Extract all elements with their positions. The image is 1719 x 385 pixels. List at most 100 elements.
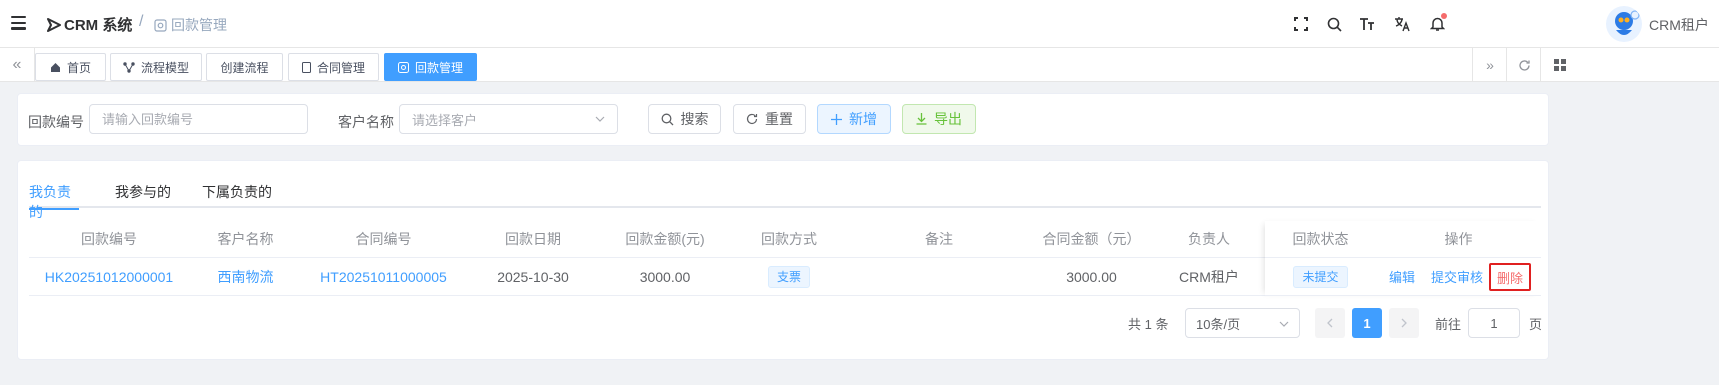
- breadcrumb: 回款管理: [154, 15, 227, 35]
- column-header: 合同编号: [355, 231, 412, 247]
- next-page-button[interactable]: [1389, 308, 1419, 338]
- customer-select[interactable]: 请选择客户: [399, 104, 618, 134]
- grid-menu-icon[interactable]: [1540, 48, 1578, 82]
- download-icon: [916, 113, 927, 125]
- top-navbar: CRM 系统 / 回款管理 CRM租户: [0, 0, 1719, 48]
- chevron-right-icon: [1401, 318, 1407, 328]
- breadcrumb-separator: /: [139, 13, 144, 30]
- prev-page-button[interactable]: [1315, 308, 1345, 338]
- tag-contract[interactable]: 合同管理: [288, 53, 379, 81]
- page-size-value: 10条/页: [1196, 316, 1241, 332]
- search-icon[interactable]: [1325, 15, 1343, 33]
- customer-placeholder: 请选择客户: [412, 112, 478, 128]
- payment-no-label: 回款编号: [28, 114, 84, 130]
- flow-icon: [123, 61, 135, 73]
- hamburger-menu-icon[interactable]: [11, 16, 26, 30]
- translate-icon[interactable]: [1393, 15, 1411, 33]
- column-header: 负责人: [1188, 231, 1230, 247]
- table-header: 回款编号 客户名称 合同编号 回款日期 回款金额(元) 回款方式 备注 合同金额…: [29, 221, 1541, 257]
- table-row: HK20251012000001 西南物流 HT20251011000005 2…: [29, 257, 1541, 296]
- payment-icon: [154, 18, 167, 32]
- payment-method-cell: 支票: [729, 258, 849, 295]
- tag-home[interactable]: 首页: [35, 53, 106, 81]
- column-header: 合同金额（元）: [1042, 231, 1141, 247]
- tag-label: 首页: [66, 60, 91, 75]
- payment-method-badge: 支票: [767, 265, 810, 288]
- delete-link[interactable]: 删除: [1489, 263, 1532, 291]
- column-header: 回款编号: [81, 231, 137, 247]
- tag-create-flow[interactable]: 创建流程: [206, 53, 283, 81]
- edit-link[interactable]: 编辑: [1389, 258, 1415, 295]
- payment-amount: 3000.00: [639, 268, 691, 285]
- search-button-label: 搜索: [680, 111, 709, 127]
- breadcrumb-current: 回款管理: [171, 17, 227, 33]
- tag-label: 合同管理: [316, 60, 365, 75]
- tag-label: 回款管理: [414, 60, 463, 75]
- scroll-left-icon[interactable]: «: [0, 48, 35, 82]
- page-number-button[interactable]: 1: [1352, 308, 1382, 338]
- tags-view-bar: « 首页 流程模型 创建流程 合同管理 回款管理 »: [0, 48, 1719, 82]
- remark: [849, 258, 1029, 295]
- plus-icon: [831, 113, 842, 125]
- column-header: 回款日期: [505, 231, 561, 247]
- bell-icon[interactable]: [1428, 13, 1447, 33]
- add-button-label: 新增: [849, 111, 877, 127]
- tab-label: 我参与的: [115, 184, 171, 200]
- app-logo[interactable]: CRM 系统: [46, 14, 132, 35]
- tab-participating[interactable]: 我参与的: [115, 182, 171, 208]
- logo-text: CRM 系统: [64, 17, 133, 34]
- column-header: 操作: [1444, 231, 1473, 247]
- payment-date: 2025-10-30: [497, 268, 569, 285]
- tag-payment[interactable]: 回款管理: [384, 53, 477, 81]
- chevron-down-icon: [595, 116, 605, 122]
- tag-label: 创建流程: [220, 60, 269, 75]
- page-suffix: 页: [1529, 317, 1543, 332]
- goto-label: 前往: [1435, 317, 1462, 332]
- refresh-icon: [746, 113, 758, 125]
- reset-button[interactable]: 重置: [733, 104, 806, 134]
- status-badge: 未提交: [1293, 265, 1348, 288]
- submit-review-link[interactable]: 提交审核: [1431, 258, 1483, 295]
- chevron-left-icon: [1327, 318, 1333, 328]
- column-header: 备注: [925, 231, 953, 247]
- payment-icon: [397, 61, 409, 73]
- notification-dot: [1441, 13, 1447, 19]
- column-header: 回款金额(元): [625, 231, 705, 247]
- add-button[interactable]: 新增: [817, 104, 891, 134]
- document-icon: [301, 61, 311, 73]
- search-icon: [661, 113, 673, 125]
- export-button[interactable]: 导出: [902, 104, 976, 134]
- refresh-icon[interactable]: [1506, 48, 1541, 82]
- column-header: 客户名称: [217, 231, 274, 247]
- tabs: 我负责的 我参与的 下属负责的: [29, 180, 1541, 220]
- font-size-icon[interactable]: [1358, 15, 1376, 33]
- contract-no-link[interactable]: HT20251011000005: [302, 258, 465, 295]
- scroll-right-icon[interactable]: »: [1472, 48, 1507, 82]
- owner: CRM租户: [1179, 268, 1239, 285]
- tab-active-underline: [29, 208, 79, 210]
- page-size-select[interactable]: 10条/页: [1185, 308, 1300, 338]
- tab-subordinates[interactable]: 下属负责的: [202, 182, 272, 208]
- customer-label: 客户名称: [338, 114, 394, 130]
- avatar[interactable]: [1606, 6, 1642, 42]
- chevron-down-icon: [1279, 321, 1289, 327]
- tag-flow-model[interactable]: 流程模型: [110, 53, 202, 81]
- fullscreen-icon[interactable]: [1292, 15, 1310, 33]
- home-icon: [50, 62, 60, 72]
- search-button[interactable]: 搜索: [648, 104, 721, 134]
- export-button-label: 导出: [934, 111, 962, 127]
- customer-link[interactable]: 西南物流: [189, 258, 302, 295]
- status-cell: 未提交: [1265, 258, 1376, 295]
- username[interactable]: CRM租户: [1649, 15, 1709, 35]
- payment-no-link[interactable]: HK20251012000001: [29, 258, 189, 295]
- payment-no-input[interactable]: [89, 104, 308, 134]
- logo-icon: [47, 17, 61, 32]
- column-header: 回款方式: [761, 231, 817, 247]
- goto-page-input[interactable]: [1468, 308, 1520, 338]
- column-header: 回款状态: [1292, 231, 1349, 247]
- tab-label: 下属负责的: [202, 184, 272, 200]
- pagination-total: 共 1 条: [1128, 317, 1169, 332]
- tab-mine[interactable]: 我负责的: [29, 182, 79, 220]
- tag-label: 流程模型: [140, 60, 189, 75]
- reset-button-label: 重置: [765, 111, 793, 127]
